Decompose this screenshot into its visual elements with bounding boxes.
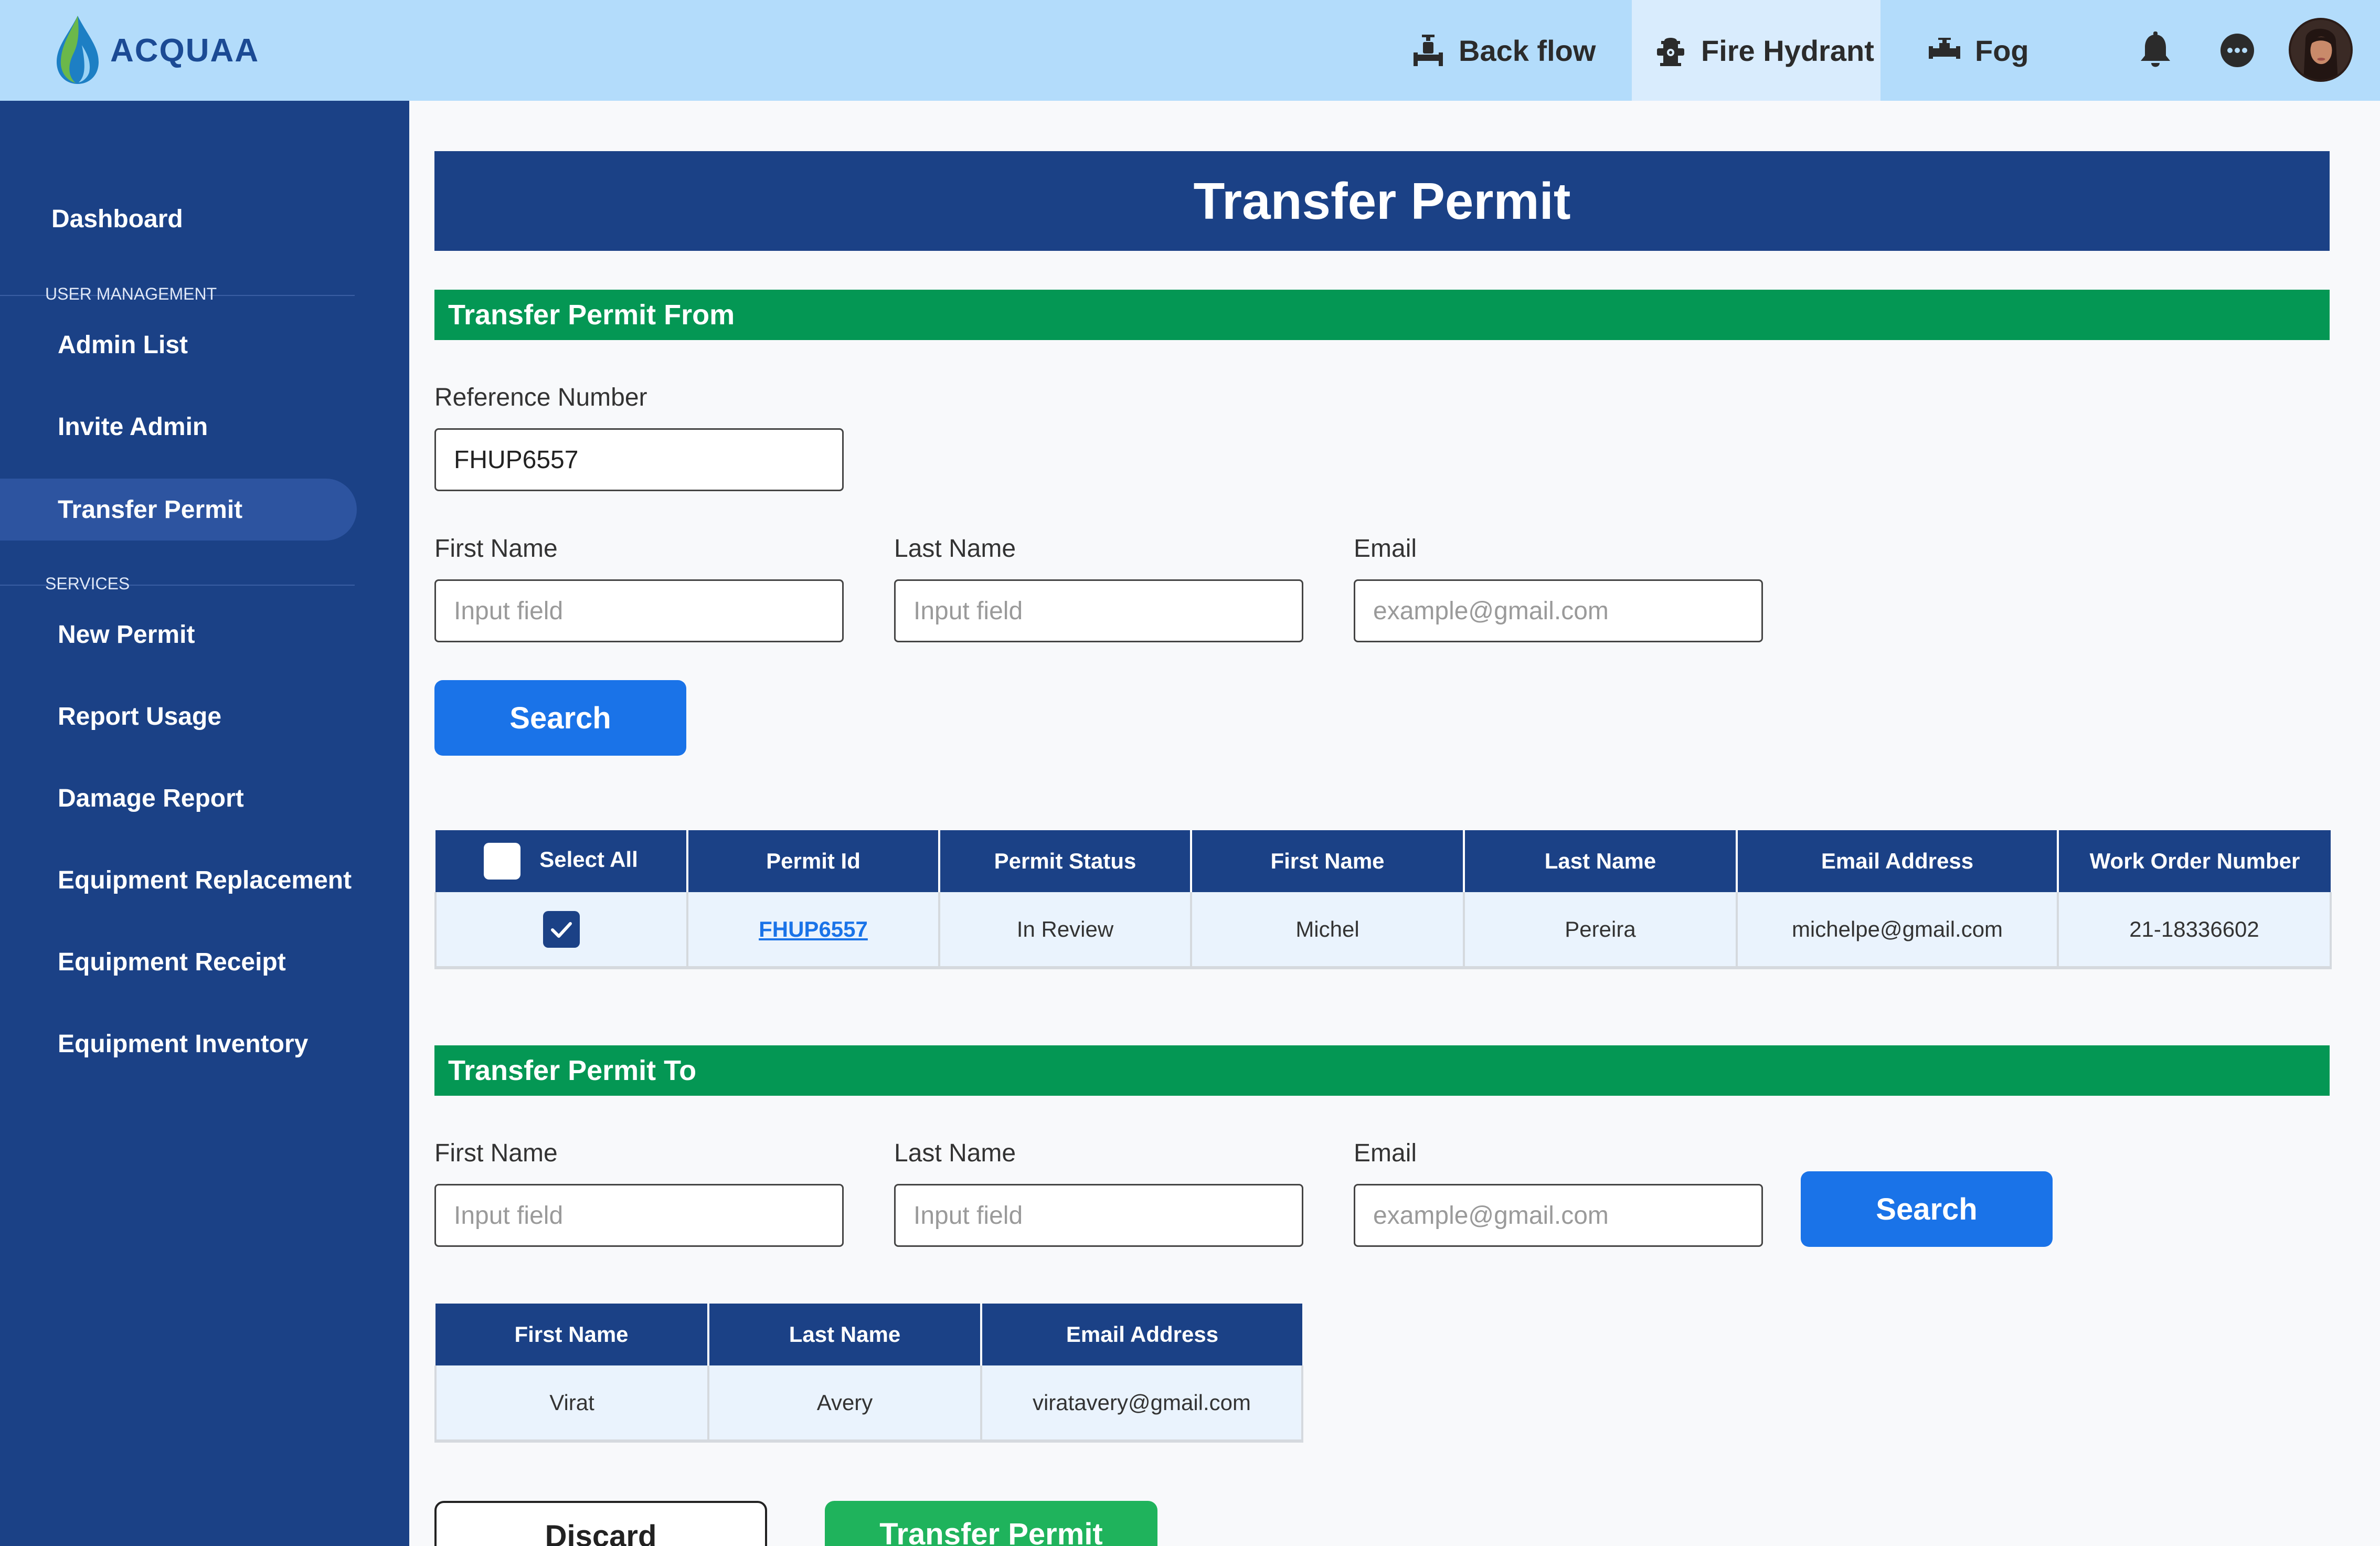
fire-hydrant-icon (1657, 38, 1684, 66)
sidebar-item-equipment-receipt[interactable]: Equipment Receipt (0, 931, 357, 993)
sidebar-item-label: Invite Admin (58, 412, 208, 441)
sidebar-item-report-usage[interactable]: Report Usage (0, 685, 357, 747)
table-row[interactable]: FHUP6557 In Review Michel Pereira michel… (434, 892, 2332, 969)
bell-icon[interactable] (2135, 30, 2175, 70)
section-transfer-to-title: Transfer Permit To (434, 1045, 2330, 1096)
table-header-row: First Name Last Name Email Address (435, 1304, 1302, 1365)
section-heading-user-management: USER MANAGEMENT (45, 284, 217, 303)
from-search-button[interactable]: Search (434, 680, 686, 756)
column-header-last-name[interactable]: Last Name (1464, 830, 1738, 892)
column-header-last-name[interactable]: Last Name (708, 1304, 982, 1365)
sidebar-item-invite-admin[interactable]: Invite Admin (0, 396, 357, 458)
row-checkbox[interactable] (543, 910, 580, 948)
column-header-first-name[interactable]: First Name (435, 1304, 709, 1365)
permit-status-cell: In Review (939, 892, 1192, 969)
avatar[interactable] (2289, 18, 2353, 82)
sidebar-item-label: Equipment Inventory (58, 1030, 309, 1058)
water-drop-logo-icon (57, 16, 99, 84)
column-header-permit-status[interactable]: Permit Status (939, 830, 1192, 892)
column-header-email-address[interactable]: Email Address (981, 1304, 1302, 1365)
page-title: Transfer Permit (434, 151, 2330, 251)
row-checkbox-cell[interactable] (434, 892, 688, 969)
tab-fog-label: Fog (1975, 34, 2029, 67)
first-name-cell: Virat (434, 1365, 709, 1443)
from-email-input[interactable]: example@gmail.com (1354, 579, 1763, 642)
tab-back-flow[interactable]: Back flow (1411, 0, 1600, 101)
to-email-label: Email (1354, 1139, 1417, 1167)
from-last-name-input[interactable]: Input field (894, 579, 1303, 642)
backflow-valve-icon (1414, 35, 1443, 66)
to-first-name-label: First Name (434, 1139, 558, 1167)
last-name-cell: Avery (708, 1365, 982, 1443)
checkmark-icon (551, 922, 572, 938)
to-last-name-input[interactable]: Input field (894, 1184, 1303, 1247)
reference-number-input[interactable]: FHUP6557 (434, 428, 844, 491)
column-header-work-order-number[interactable]: Work Order Number (2058, 830, 2331, 892)
last-name-cell: Pereira (1464, 892, 1738, 969)
permit-id-link[interactable]: FHUP6557 (759, 917, 868, 941)
top-bar: ACQUAA Back flow Fire Hydrant Fog (0, 0, 2380, 101)
table-row[interactable]: Virat Avery viratavery@gmail.com (434, 1365, 1303, 1443)
to-user-table: First Name Last Name Email Address Virat… (434, 1304, 1303, 1443)
sidebar-item-label: Equipment Replacement (58, 866, 352, 894)
logo[interactable]: ACQUAA (52, 14, 259, 87)
first-name-cell: Michel (1191, 892, 1465, 969)
to-email-input[interactable]: example@gmail.com (1354, 1184, 1763, 1247)
email-cell: viratavery@gmail.com (981, 1365, 1303, 1443)
to-search-button[interactable]: Search (1801, 1171, 2053, 1247)
discard-button[interactable]: Discard (434, 1501, 767, 1546)
tab-fire-hydrant-label: Fire Hydrant (1701, 34, 1874, 67)
user-avatar-icon (2291, 20, 2351, 80)
to-first-name-input[interactable]: Input field (434, 1184, 844, 1247)
reference-number-label: Reference Number (434, 384, 647, 411)
section-transfer-from-title: Transfer Permit From (434, 290, 2330, 340)
sidebar-item-admin-list[interactable]: Admin List (0, 314, 357, 376)
sidebar-item-dashboard[interactable]: Dashboard (0, 188, 357, 250)
select-all-checkbox[interactable] (484, 843, 521, 880)
sidebar-item-label: Report Usage (58, 702, 222, 730)
table-header-row: Select All Permit Id Permit Status First… (435, 830, 2331, 892)
from-permit-table: Select All Permit Id Permit Status First… (434, 830, 2332, 969)
from-first-name-input[interactable]: Input field (434, 579, 844, 642)
sidebar-item-label: Equipment Receipt (58, 948, 286, 976)
brand-name: ACQUAA (110, 32, 260, 69)
work-order-cell: 21-18336602 (2058, 892, 2332, 969)
column-header-permit-id[interactable]: Permit Id (687, 830, 940, 892)
transfer-permit-button[interactable]: Transfer Permit (825, 1501, 1157, 1546)
tab-fog[interactable]: Fog (1928, 0, 2033, 101)
column-header-first-name[interactable]: First Name (1191, 830, 1465, 892)
chat-icon[interactable] (2217, 30, 2257, 70)
permit-id-cell[interactable]: FHUP6557 (687, 892, 940, 969)
column-header-email-address[interactable]: Email Address (1737, 830, 2059, 892)
sidebar-item-new-permit[interactable]: New Permit (0, 603, 357, 665)
sidebar-item-damage-report[interactable]: Damage Report (0, 767, 357, 829)
sidebar-item-label: New Permit (58, 620, 195, 649)
from-first-name-label: First Name (434, 535, 558, 563)
sidebar-item-label: Damage Report (58, 784, 244, 812)
tab-back-flow-label: Back flow (1459, 34, 1596, 67)
sidebar-item-equipment-replacement[interactable]: Equipment Replacement (0, 849, 357, 911)
fog-pipe-icon (1929, 38, 1960, 59)
select-all-label: Select All (539, 847, 638, 872)
tab-fire-hydrant[interactable]: Fire Hydrant (1632, 0, 1880, 101)
from-last-name-label: Last Name (894, 535, 1016, 563)
sidebar-item-equipment-inventory[interactable]: Equipment Inventory (0, 1013, 357, 1075)
email-cell: michelpe@gmail.com (1737, 892, 2059, 969)
section-heading-services: SERVICES (45, 574, 130, 593)
sidebar-item-label: Admin List (58, 331, 188, 359)
select-all-header[interactable]: Select All (435, 830, 688, 892)
sidebar: Dashboard USER MANAGEMENT Admin List Inv… (0, 101, 409, 1546)
from-email-label: Email (1354, 535, 1417, 563)
sidebar-item-label: Transfer Permit (58, 495, 243, 524)
to-last-name-label: Last Name (894, 1139, 1016, 1167)
sidebar-item-transfer-permit[interactable]: Transfer Permit (0, 479, 357, 541)
sidebar-item-label: Dashboard (51, 205, 183, 233)
